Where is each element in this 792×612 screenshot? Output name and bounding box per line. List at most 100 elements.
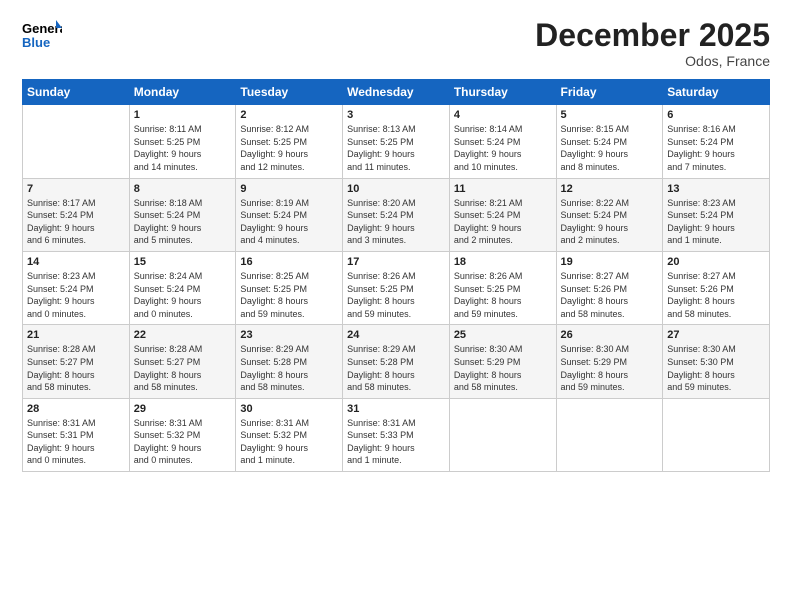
day-number: 8 [134, 183, 232, 195]
day-info: Sunrise: 8:27 AM Sunset: 5:26 PM Dayligh… [667, 270, 765, 320]
day-cell: 24Sunrise: 8:29 AM Sunset: 5:28 PM Dayli… [343, 325, 450, 398]
day-number: 31 [347, 403, 445, 415]
day-cell: 21 Sunrise: 8:28 AM Sunset: 5:27 PM Dayli… [23, 325, 130, 398]
day-cell: 7 Sunrise: 8:17 AM Sunset: 5:24 PM Daylig… [23, 178, 130, 251]
day-cell: 8 Sunrise: 8:18 AM Sunset: 5:24 PM Daylig… [129, 178, 236, 251]
day-number: 12 [561, 183, 659, 195]
day-cell: 25 Sunrise: 8:30 AM Sunset: 5:29 PM Dayli… [449, 325, 556, 398]
day-number: 4 [454, 109, 552, 121]
day-number: 2 [240, 109, 338, 121]
day-number: 11 [454, 183, 552, 195]
col-header-monday: Monday [129, 80, 236, 105]
col-header-sunday: Sunday [23, 80, 130, 105]
day-number: 22 [134, 329, 232, 341]
day-cell: 2 Sunrise: 8:12 AM Sunset: 5:25 PM Daylig… [236, 105, 343, 178]
day-info: Sunrise: 8:26 AM Sunset: 5:25 PM Dayligh… [454, 270, 552, 320]
week-row-4: 21 Sunrise: 8:28 AM Sunset: 5:27 PM Dayli… [23, 325, 770, 398]
day-cell: 5 Sunrise: 8:15 AM Sunset: 5:24 PM Daylig… [556, 105, 663, 178]
day-number: 25 [454, 329, 552, 341]
day-info: Sunrise: 8:16 AM Sunset: 5:24 PM Dayligh… [667, 123, 765, 173]
day-number: 30 [240, 403, 338, 415]
day-info: Sunrise: 8:15 AM Sunset: 5:24 PM Dayligh… [561, 123, 659, 173]
week-row-3: 14 Sunrise: 8:23 AM Sunset: 5:24 PM Dayli… [23, 251, 770, 324]
day-info: Sunrise: 8:14 AM Sunset: 5:24 PM Dayligh… [454, 123, 552, 173]
calendar-table: SundayMondayTuesdayWednesdayThursdayFrid… [22, 79, 770, 472]
svg-text:Blue: Blue [22, 35, 50, 50]
day-info: Sunrise: 8:25 AM Sunset: 5:25 PM Dayligh… [240, 270, 338, 320]
day-info: Sunrise: 8:23 AM Sunset: 5:24 PM Dayligh… [27, 270, 125, 320]
day-number: 9 [240, 183, 338, 195]
day-cell: 27 Sunrise: 8:30 AM Sunset: 5:30 PM Dayli… [663, 325, 770, 398]
day-info: Sunrise: 8:18 AM Sunset: 5:24 PM Dayligh… [134, 197, 232, 247]
day-cell: 17 Sunrise: 8:26 AM Sunset: 5:25 PM Dayli… [343, 251, 450, 324]
header-row: SundayMondayTuesdayWednesdayThursdayFrid… [23, 80, 770, 105]
day-cell: 23Sunrise: 8:29 AM Sunset: 5:28 PM Dayli… [236, 325, 343, 398]
day-cell: 31Sunrise: 8:31 AM Sunset: 5:33 PM Dayli… [343, 398, 450, 471]
col-header-thursday: Thursday [449, 80, 556, 105]
day-info: Sunrise: 8:26 AM Sunset: 5:25 PM Dayligh… [347, 270, 445, 320]
day-number: 21 [27, 329, 125, 341]
day-info: Sunrise: 8:12 AM Sunset: 5:25 PM Dayligh… [240, 123, 338, 173]
logo: General Blue [22, 18, 62, 54]
col-header-tuesday: Tuesday [236, 80, 343, 105]
day-info: Sunrise: 8:30 AM Sunset: 5:29 PM Dayligh… [454, 343, 552, 393]
day-number: 29 [134, 403, 232, 415]
week-row-2: 7 Sunrise: 8:17 AM Sunset: 5:24 PM Daylig… [23, 178, 770, 251]
day-cell: 18 Sunrise: 8:26 AM Sunset: 5:25 PM Dayli… [449, 251, 556, 324]
day-info: Sunrise: 8:31 AM Sunset: 5:31 PM Dayligh… [27, 417, 125, 467]
day-info: Sunrise: 8:21 AM Sunset: 5:24 PM Dayligh… [454, 197, 552, 247]
day-cell: 3 Sunrise: 8:13 AM Sunset: 5:25 PM Daylig… [343, 105, 450, 178]
day-number: 7 [27, 183, 125, 195]
day-info: Sunrise: 8:30 AM Sunset: 5:30 PM Dayligh… [667, 343, 765, 393]
day-info: Sunrise: 8:17 AM Sunset: 5:24 PM Dayligh… [27, 197, 125, 247]
day-cell: 11 Sunrise: 8:21 AM Sunset: 5:24 PM Dayli… [449, 178, 556, 251]
day-cell: 26Sunrise: 8:30 AM Sunset: 5:29 PM Dayli… [556, 325, 663, 398]
month-title: December 2025 [535, 18, 770, 53]
day-cell: 12 Sunrise: 8:22 AM Sunset: 5:24 PM Dayli… [556, 178, 663, 251]
day-cell [556, 398, 663, 471]
col-header-saturday: Saturday [663, 80, 770, 105]
day-info: Sunrise: 8:24 AM Sunset: 5:24 PM Dayligh… [134, 270, 232, 320]
day-cell [23, 105, 130, 178]
day-cell: 6Sunrise: 8:16 AM Sunset: 5:24 PM Daylig… [663, 105, 770, 178]
day-cell: 20 Sunrise: 8:27 AM Sunset: 5:26 PM Dayli… [663, 251, 770, 324]
day-number: 17 [347, 256, 445, 268]
day-cell [663, 398, 770, 471]
day-info: Sunrise: 8:13 AM Sunset: 5:25 PM Dayligh… [347, 123, 445, 173]
day-cell: 28Sunrise: 8:31 AM Sunset: 5:31 PM Dayli… [23, 398, 130, 471]
day-info: Sunrise: 8:31 AM Sunset: 5:32 PM Dayligh… [134, 417, 232, 467]
day-info: Sunrise: 8:31 AM Sunset: 5:32 PM Dayligh… [240, 417, 338, 467]
day-info: Sunrise: 8:27 AM Sunset: 5:26 PM Dayligh… [561, 270, 659, 320]
day-number: 5 [561, 109, 659, 121]
day-cell: 4 Sunrise: 8:14 AM Sunset: 5:24 PM Daylig… [449, 105, 556, 178]
col-header-wednesday: Wednesday [343, 80, 450, 105]
day-number: 14 [27, 256, 125, 268]
day-info: Sunrise: 8:28 AM Sunset: 5:27 PM Dayligh… [27, 343, 125, 393]
day-cell: 22Sunrise: 8:28 AM Sunset: 5:27 PM Dayli… [129, 325, 236, 398]
day-number: 27 [667, 329, 765, 341]
col-header-friday: Friday [556, 80, 663, 105]
day-number: 10 [347, 183, 445, 195]
calendar-page: General Blue December 2025 Odos, France … [0, 0, 792, 612]
day-number: 3 [347, 109, 445, 121]
day-info: Sunrise: 8:20 AM Sunset: 5:24 PM Dayligh… [347, 197, 445, 247]
day-number: 13 [667, 183, 765, 195]
header: General Blue December 2025 Odos, France [22, 18, 770, 69]
day-number: 20 [667, 256, 765, 268]
day-info: Sunrise: 8:29 AM Sunset: 5:28 PM Dayligh… [347, 343, 445, 393]
day-cell: 29 Sunrise: 8:31 AM Sunset: 5:32 PM Dayli… [129, 398, 236, 471]
day-cell [449, 398, 556, 471]
day-info: Sunrise: 8:22 AM Sunset: 5:24 PM Dayligh… [561, 197, 659, 247]
day-info: Sunrise: 8:30 AM Sunset: 5:29 PM Dayligh… [561, 343, 659, 393]
title-block: December 2025 Odos, France [535, 18, 770, 69]
day-cell: 15Sunrise: 8:24 AM Sunset: 5:24 PM Dayli… [129, 251, 236, 324]
day-info: Sunrise: 8:29 AM Sunset: 5:28 PM Dayligh… [240, 343, 338, 393]
day-number: 18 [454, 256, 552, 268]
day-number: 16 [240, 256, 338, 268]
day-cell: 30 Sunrise: 8:31 AM Sunset: 5:32 PM Dayli… [236, 398, 343, 471]
week-row-1: 1Sunrise: 8:11 AM Sunset: 5:25 PM Daylig… [23, 105, 770, 178]
day-info: Sunrise: 8:11 AM Sunset: 5:25 PM Dayligh… [134, 123, 232, 173]
location: Odos, France [535, 53, 770, 69]
day-cell: 13Sunrise: 8:23 AM Sunset: 5:24 PM Dayli… [663, 178, 770, 251]
day-cell: 10 Sunrise: 8:20 AM Sunset: 5:24 PM Dayli… [343, 178, 450, 251]
